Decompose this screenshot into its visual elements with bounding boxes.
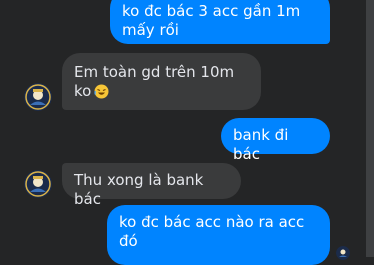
message-outgoing[interactable]: ko đc bác acc nào ra acc đó bbox=[107, 205, 330, 265]
message-text: ko đc bác acc nào ra acc đó bbox=[119, 213, 305, 250]
message-incoming[interactable]: Em toàn gd trên 10m ko bbox=[62, 53, 261, 110]
message-text: ko đc bác 3 acc gần 1m mấy rồi bbox=[122, 2, 301, 39]
contact-avatar-icon[interactable] bbox=[24, 170, 52, 198]
message-outgoing[interactable]: ko đc bác 3 acc gần 1m mấy rồi bbox=[110, 0, 330, 44]
message-text: Thu xong là bank bác bbox=[74, 171, 204, 208]
contact-avatar-icon[interactable] bbox=[24, 83, 52, 111]
message-outgoing[interactable]: bank đi bác bbox=[221, 118, 330, 163]
scrollbar[interactable] bbox=[366, 0, 374, 257]
message-incoming[interactable]: Thu xong là bank bác bbox=[62, 163, 241, 208]
laughing-emoji-icon bbox=[94, 84, 109, 99]
seen-avatar-icon bbox=[336, 246, 350, 260]
message-text: bank đi bác bbox=[233, 126, 289, 163]
